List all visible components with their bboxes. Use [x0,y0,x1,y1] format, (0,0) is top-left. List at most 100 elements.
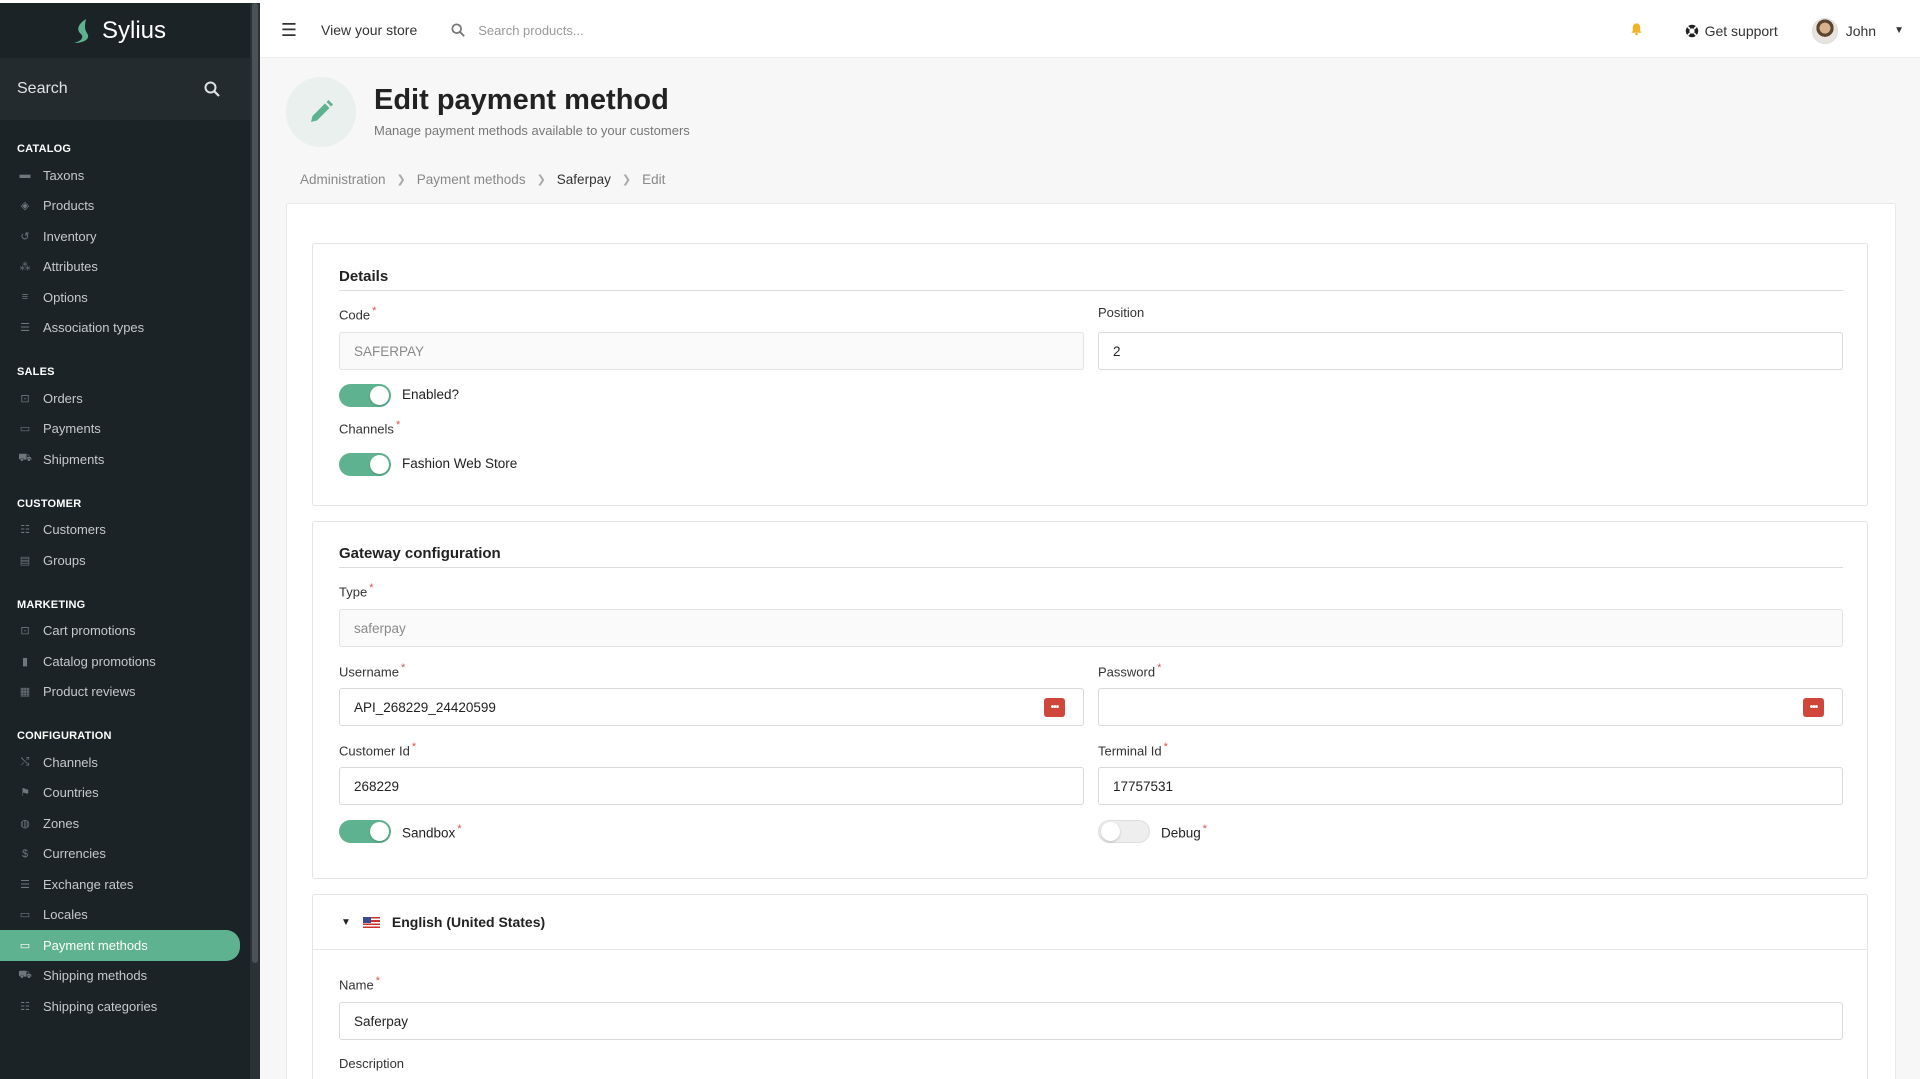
payment-icon: ▭ [19,423,31,436]
sidebar-item-inventory[interactable]: ↺ Inventory [0,221,240,252]
sidebar-item-options[interactable]: ≡ Options [0,282,240,313]
get-support-link[interactable]: Get support [1685,23,1778,39]
top-bar: ☰ View your store Search products... Get… [260,3,1920,58]
enabled-toggle[interactable] [339,384,391,407]
breadcrumb-payment-methods[interactable]: Payment methods [417,172,526,187]
password-manager-icon[interactable]: ••• [1803,698,1824,717]
type-label: Type * [339,582,374,600]
truck-icon: ⛟ [18,968,32,981]
sidebar-item-product-reviews[interactable]: ▦ Product reviews [0,677,240,708]
sidebar-search[interactable]: Search [0,58,250,120]
translate-icon: ▭ [19,909,31,922]
name-field[interactable]: Saferpay [339,1002,1843,1040]
sidebar-item-shipping-categories[interactable]: ☷ Shipping categories [0,991,240,1022]
channel-fashion-web-store-toggle[interactable] [339,453,391,476]
sidebar-item-channels[interactable]: ⤭ Channels [0,747,240,778]
newspaper-icon: ▦ [19,686,31,699]
sylius-logo[interactable]: Sylius [0,3,250,58]
sidebar-item-groups[interactable]: ▤ Groups [0,545,240,576]
avatar [1811,17,1838,44]
channel-fashion-web-store-label: Fashion Web Store [402,456,518,471]
code-field: SAFERPAY [339,332,1084,370]
sidebar-item-products[interactable]: ◈ Products [0,191,240,222]
gateway-configuration-panel: Gateway configuration Type * saferpay Use… [312,521,1868,879]
sidebar-item-taxons[interactable]: ▬ Taxons [0,160,240,191]
sidebar-item-label: Groups [43,552,86,568]
position-field[interactable]: 2 [1098,332,1843,370]
globe-icon: ◍ [20,817,30,830]
user-name: John [1845,22,1877,39]
sidebar-item-payments[interactable]: ▭ Payments [0,414,240,445]
page-title: Edit payment method [374,84,669,116]
sidebar-item-label: Shipments [43,451,105,467]
sidebar-item-label: Channels [43,754,98,770]
sidebar-item-cart-promotions[interactable]: ⊡ Cart promotions [0,616,240,647]
username-field[interactable]: API_268229_24420599 ••• [339,688,1084,726]
sidebar-item-currencies[interactable]: $ Currencies [0,839,240,870]
password-field[interactable]: ••• [1098,688,1843,726]
debug-toggle[interactable] [1098,820,1150,843]
position-label: Position [1098,305,1145,320]
sidebar-section-catalog: CATALOG ▬ Taxons ◈ Products ↺ Inventory ⁂ Attrib… [0,138,250,343]
bell-icon[interactable] [1630,22,1643,39]
sliders-icon: ☰ [20,878,30,891]
sidebar-item-association-types[interactable]: ☰ Association types [0,313,240,344]
chevron-right-icon: ❯ [396,174,406,186]
tasks-icon: ☰ [20,322,30,335]
sidebar-section-sales: SALES ⊡ Orders ▭ Payments ⛟ Shipments [0,361,250,475]
channels-label: Channels * [339,419,401,437]
user-menu[interactable]: John ▼ [1811,17,1904,44]
sandbox-toggle[interactable] [339,820,391,843]
scrollbar-thumb[interactable] [252,3,258,963]
divider [339,567,1843,568]
cubes-icon: ⁂ [19,261,31,274]
password-manager-icon[interactable]: ••• [1044,698,1065,717]
sidebar-item-locales[interactable]: ▭ Locales [0,900,240,931]
cube-icon: ◈ [20,200,30,213]
terminal-id-field[interactable]: 17757531 [1098,767,1843,805]
breadcrumb-saferpay[interactable]: Saferpay [557,172,611,187]
archive-icon: ▤ [19,554,31,567]
sidebar-item-label: Association types [43,320,145,336]
pencil-icon [286,77,356,147]
breadcrumb-edit: Edit [642,172,666,187]
username-label: Username * [339,662,406,680]
customer-id-label: Customer Id * [339,741,417,759]
bookmark-icon: ▮ [21,655,29,668]
sidebar-item-shipments[interactable]: ⛟ Shipments [0,444,240,475]
hamburger-menu-icon[interactable]: ☰ [266,20,312,41]
sidebar-item-zones[interactable]: ◍ Zones [0,808,240,839]
sidebar-item-countries[interactable]: ⚑ Countries [0,778,240,809]
search-icon [451,23,466,37]
search-input[interactable]: Search products... [478,23,584,38]
breadcrumb: Administration ❯ Payment methods ❯ Safer… [300,172,665,187]
sidebar-item-catalog-promotions[interactable]: ▮ Catalog promotions [0,646,240,677]
sidebar-item-label: Products [43,198,95,214]
brand-name: Sylius [101,16,167,44]
sidebar-item-label: Payment methods [43,937,148,953]
sidebar-item-shipping-methods[interactable]: ⛟ Shipping methods [0,961,240,992]
sidebar-section-marketing: MARKETING ⊡ Cart promotions ▮ Catalog promot… [0,594,250,708]
sidebar-item-label: Shipping methods [43,968,148,984]
breadcrumb-administration[interactable]: Administration [300,172,386,187]
chevron-right-icon: ❯ [621,174,632,186]
caret-down-icon: ▼ [341,916,351,928]
translation-accordion-header[interactable]: ▼ English (United States) [313,895,1867,950]
sandbox-label: Sandbox * [402,823,462,841]
sidebar-item-attributes[interactable]: ⁂ Attributes [0,252,240,283]
sidebar-item-exchange-rates[interactable]: ☰ Exchange rates [0,869,240,900]
users-icon: ☷ [20,524,30,537]
sidebar-heading: CUSTOMER [17,497,82,510]
sidebar-item-customers[interactable]: ☷ Customers [0,515,240,546]
sidebar-heading: CONFIGURATION [17,730,112,742]
customer-id-field[interactable]: 268229 [339,767,1084,805]
view-store-link[interactable]: View your store [321,22,417,38]
product-search[interactable]: Search products... [451,23,584,38]
sidebar-item-orders[interactable]: ⊡ Orders [0,383,240,414]
sidebar-item-payment-methods[interactable]: ▭ Payment methods [0,930,240,961]
sidebar-scrollbar[interactable] [250,3,260,1079]
details-panel: Details Code * SAFERPAY Position 2 Enable… [312,243,1868,506]
life-ring-icon [1685,24,1698,37]
password-label: Password * [1098,662,1162,680]
payment-icon: ▭ [19,939,31,952]
